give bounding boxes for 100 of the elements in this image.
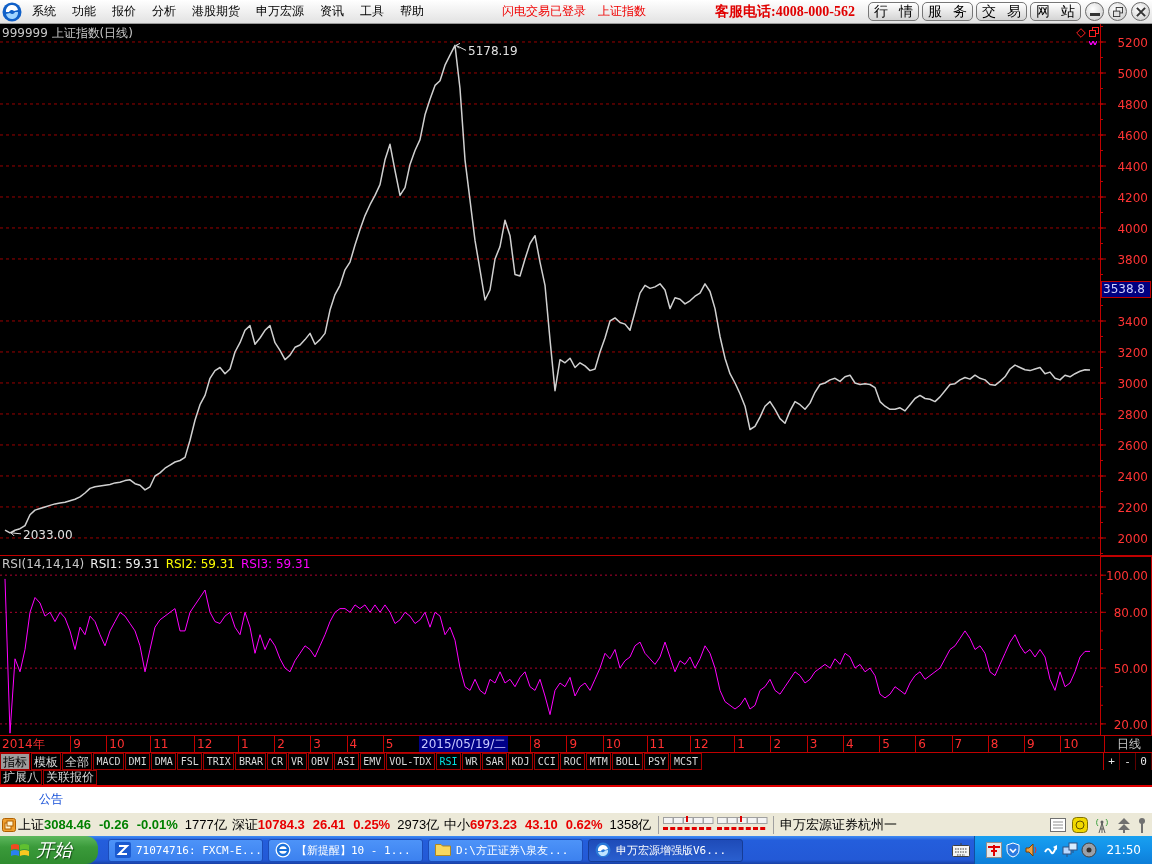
menu-item[interactable]: 功能 — [64, 3, 104, 20]
legend-label: RSI2: 59.31 — [165, 557, 235, 571]
indicator-tab[interactable]: MCST — [670, 753, 702, 770]
window-tile-icon[interactable] — [2, 817, 16, 832]
date-tick-label: 12 — [690, 736, 735, 752]
clock-label: 21:50 — [1106, 843, 1141, 857]
date-tick-label: 10 — [602, 736, 647, 752]
date-tick-label: 3 — [310, 736, 347, 752]
logo-icon — [2, 1, 22, 22]
index-change: -0.26 — [99, 817, 129, 832]
indicator-tab[interactable]: VR — [287, 753, 307, 770]
indicator-tab[interactable]: VOL-TDX — [385, 753, 435, 770]
browser-icon — [275, 842, 291, 858]
axis-label: 4000 — [1117, 221, 1148, 236]
indicator-tab[interactable]: ASI — [333, 753, 359, 770]
menu-item[interactable]: 系统 — [24, 3, 64, 20]
date-tick-label: 5 — [879, 736, 916, 752]
zigzag-tile-icon — [115, 842, 131, 858]
turnover-value: 2973亿 — [397, 815, 440, 834]
indicator-tab[interactable]: KDJ — [508, 753, 534, 770]
indicator-tab[interactable]: WR — [461, 753, 481, 770]
window-squares-icon[interactable] — [1089, 27, 1099, 37]
zigzag-icon — [1089, 41, 1097, 45]
ring-tile-icon[interactable] — [1072, 816, 1088, 833]
indicator-tab[interactable]: SAR — [482, 753, 508, 770]
date-tick-label: 1 — [237, 736, 275, 752]
sub-tab[interactable]: 关联报价 — [43, 770, 97, 785]
nav-button[interactable]: 网 站 — [1030, 2, 1081, 21]
nav-button[interactable]: 服 务 — [922, 2, 973, 21]
close-button[interactable] — [1131, 2, 1150, 21]
announcement-link[interactable]: 公告 — [39, 791, 63, 808]
index-name: 深证 — [231, 815, 258, 834]
folder-icon — [435, 844, 451, 856]
double-arrow-icon[interactable] — [1116, 816, 1132, 833]
start-button[interactable]: 开始 — [0, 836, 98, 864]
indicator-tab[interactable]: MTM — [586, 753, 612, 770]
shield-icon[interactable] — [1005, 842, 1022, 858]
indicator-tab[interactable]: RSI — [435, 753, 461, 770]
menu-item[interactable]: 报价 — [104, 3, 144, 20]
minimize-button[interactable] — [1085, 2, 1104, 21]
date-tick-label: 7 — [951, 736, 988, 752]
date-tick-label: 8 — [987, 736, 1024, 752]
indicator-tab[interactable]: PSY — [644, 753, 670, 770]
indicator-tab[interactable]: CCI — [534, 753, 560, 770]
date-tick-label: 9 — [1024, 736, 1061, 752]
axis-label: 100.00 — [1106, 569, 1148, 584]
legend-label: RSI3: 59.31 — [241, 557, 311, 571]
index-change: 43.10 — [525, 817, 558, 832]
chart-title: 999999 上证指数(日线) — [2, 25, 133, 42]
menu-item[interactable]: 帮助 — [392, 3, 432, 20]
sub-tab[interactable]: 扩展八 — [0, 770, 42, 785]
restore-icon — [1112, 6, 1123, 17]
nav-button[interactable]: 交 易 — [976, 2, 1027, 21]
nav-button[interactable]: 行 情 — [868, 2, 919, 21]
indicator-tab[interactable]: TRIX — [203, 753, 235, 770]
indicator-tab[interactable]: FSL — [177, 753, 203, 770]
swirl-icon — [595, 842, 611, 858]
index-percent: -0.01% — [136, 817, 178, 832]
indicator-tab[interactable]: CR — [267, 753, 287, 770]
cross-tile-icon[interactable] — [986, 842, 1003, 858]
indicator-tab[interactable]: MACD — [93, 753, 125, 770]
price-note: 2033.00 — [10, 527, 73, 542]
indicator-tab[interactable]: 全部 — [62, 753, 92, 770]
menu-item[interactable]: 港股期货 — [184, 3, 248, 20]
index-name: 中小 — [444, 815, 471, 834]
restore-button[interactable] — [1108, 2, 1127, 21]
disc-icon[interactable] — [1081, 842, 1098, 858]
indicator-tab[interactable]: OBV — [307, 753, 333, 770]
date-tick-label: 4 — [842, 736, 880, 752]
menu-item[interactable]: 工具 — [352, 3, 392, 20]
pin-icon[interactable] — [1138, 816, 1146, 833]
antenna-icon[interactable] — [1094, 816, 1110, 833]
indicator-tab[interactable]: ROC — [560, 753, 586, 770]
turnover-value: 1358亿 — [609, 815, 652, 834]
axis-label: 80.00 — [1113, 606, 1148, 621]
indicator-title: RSI(14,14,14) — [2, 557, 85, 571]
cursor-date-label: 2015/05/19/二 — [419, 736, 509, 752]
branch-label: 申万宏源证券杭州一 — [780, 815, 898, 834]
indicator-tab[interactable]: DMI — [125, 753, 151, 770]
cursor-price-label: 3538.8 — [1101, 281, 1151, 298]
indicator-tab[interactable]: 模板 — [31, 753, 61, 770]
network-icon[interactable] — [1062, 842, 1079, 858]
date-tick-label: 9 — [70, 736, 107, 752]
keyboard-icon[interactable] — [952, 843, 971, 857]
axis-label: 20.00 — [1113, 717, 1148, 732]
axis-label: 4600 — [1117, 128, 1148, 143]
index-percent: 0.62% — [565, 817, 603, 832]
period-label[interactable]: 日线 — [1104, 736, 1152, 752]
menu-item[interactable]: 分析 — [144, 3, 184, 20]
taskbar-button[interactable]: 申万宏源增强版V6... — [588, 838, 743, 862]
status-notice: 闪电交易已登录 — [502, 3, 586, 20]
indicator-tab[interactable]: EMV — [359, 753, 385, 770]
indicator-tab[interactable]: DMA — [151, 753, 177, 770]
menu-item[interactable]: 资讯 — [312, 3, 352, 20]
diamond-icon[interactable] — [1076, 28, 1086, 38]
indicator-tab[interactable]: BRAR — [235, 753, 267, 770]
menu-item[interactable]: 申万宏源 — [248, 3, 312, 20]
indicator-tab[interactable]: 指标 — [0, 753, 30, 770]
notepad-icon[interactable] — [1050, 816, 1066, 833]
indicator-tab[interactable]: BOLL — [612, 753, 644, 770]
